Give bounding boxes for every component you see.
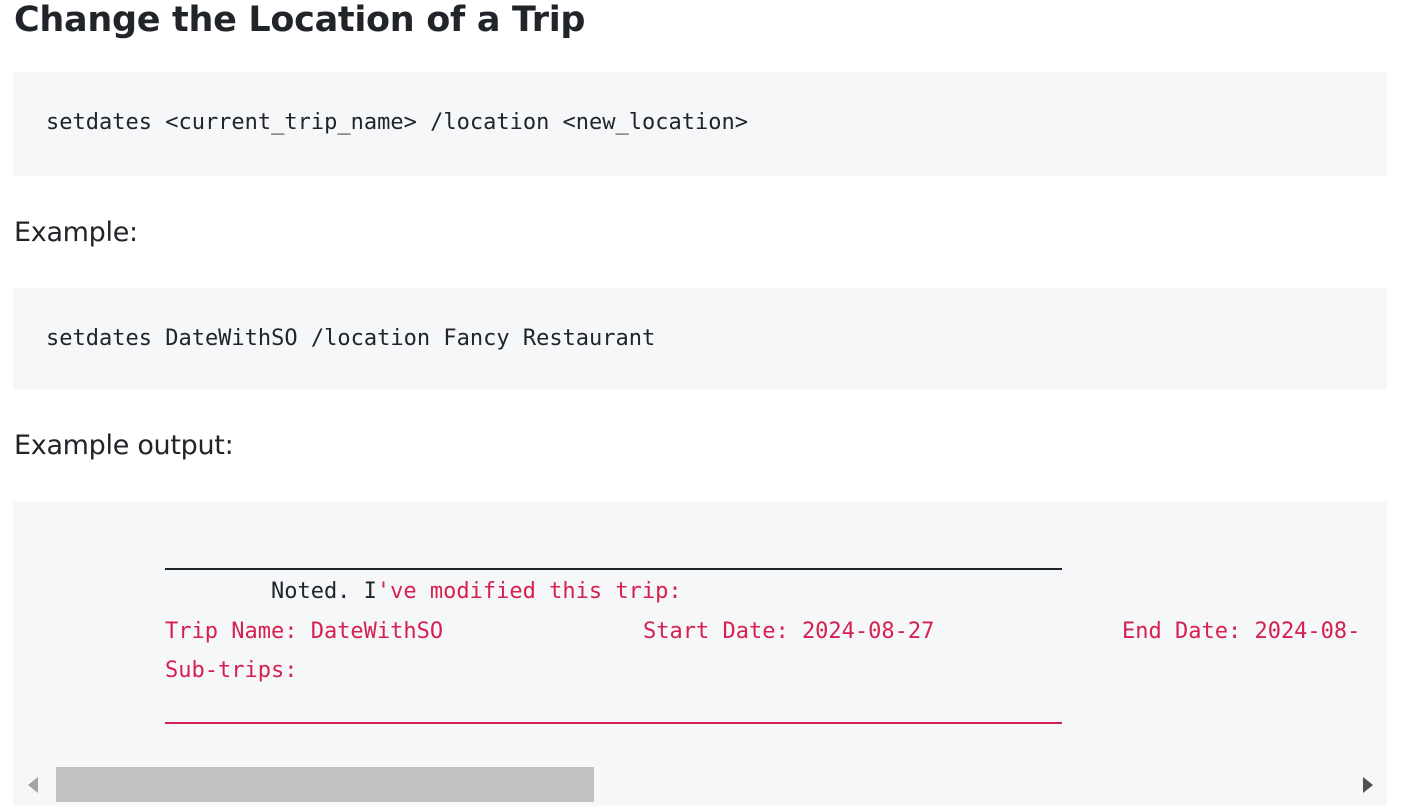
horizontal-scrollbar[interactable] xyxy=(13,764,1387,806)
output-bottom-divider xyxy=(165,722,1062,724)
output-noted-rest: 've modified this trip: xyxy=(376,579,682,604)
example-output-block[interactable]: Noted. I've modified this trip: Trip Nam… xyxy=(13,502,1387,764)
scroll-right-icon xyxy=(1363,777,1373,793)
output-trip-name: Trip Name: DateWithSO xyxy=(165,619,444,644)
scroll-left-icon xyxy=(28,777,38,793)
output-noted-prefix: Noted. I xyxy=(165,579,377,604)
scrollbar-thumb[interactable] xyxy=(56,767,594,802)
example-code: setdates DateWithSO /location Fancy Rest… xyxy=(46,326,656,351)
output-end-date: End Date: 2024-08- xyxy=(1122,619,1361,644)
output-noted-line: Noted. I've modified this trip: xyxy=(165,578,682,606)
scroll-left-button[interactable] xyxy=(13,764,53,806)
example-label: Example: xyxy=(14,217,138,248)
output-start-date: Start Date: 2024-08-27 xyxy=(643,619,935,644)
scroll-right-button[interactable] xyxy=(1347,764,1387,806)
syntax-code-block: setdates <current_trip_name> /location <… xyxy=(13,72,1387,176)
output-top-divider xyxy=(165,568,1062,570)
syntax-code: setdates <current_trip_name> /location <… xyxy=(46,110,748,135)
page-title: Change the Location of a Trip xyxy=(14,0,586,40)
output-sub-trips: Sub-trips: xyxy=(165,658,298,683)
example-output-label: Example output: xyxy=(14,430,234,461)
example-code-block: setdates DateWithSO /location Fancy Rest… xyxy=(13,288,1387,390)
